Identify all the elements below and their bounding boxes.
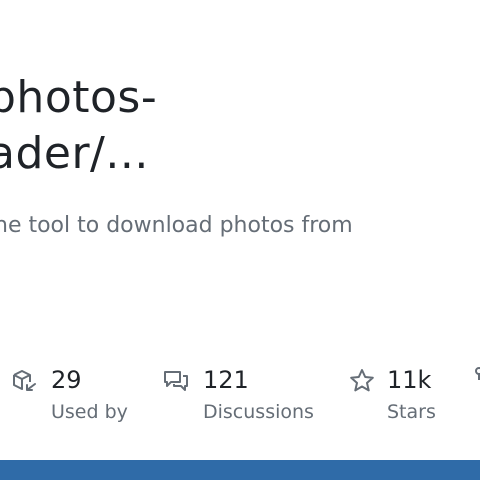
used-by-count: 29 [51,366,82,394]
repo-description: ne tool to download photos from [0,213,353,238]
language-bar [0,460,480,480]
repo-social-card: photos- ader/... ne tool to download pho… [0,0,480,480]
stars-count: 11k [387,366,432,394]
package-dependents-icon [13,370,36,391]
repo-title: photos- ader/... [0,70,157,182]
stars-label: Stars [387,401,436,423]
used-by-label: Used by [51,401,128,423]
repo-title-line-2: ader/... [0,128,149,179]
discussions-count: 121 [203,366,249,394]
fork-icon [475,367,480,380]
star-icon [350,369,374,392]
repo-title-line-1: photos- [0,72,158,123]
discussions-label: Discussions [203,401,314,423]
comment-discussion-icon [164,371,188,391]
